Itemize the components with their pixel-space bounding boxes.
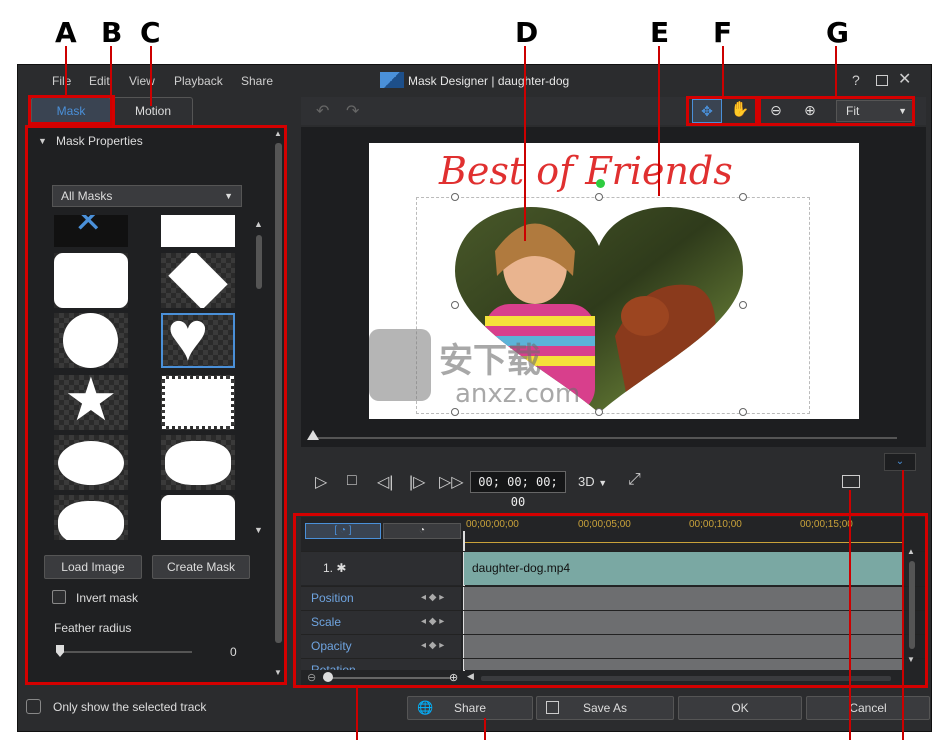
resize-handle-r[interactable] xyxy=(739,301,747,309)
only-selected-label: Only show the selected track xyxy=(53,700,207,714)
stop-icon[interactable]: □ xyxy=(347,472,357,490)
only-selected-checkbox[interactable] xyxy=(26,699,41,714)
watermark-logo xyxy=(369,329,431,401)
resize-handle-t[interactable] xyxy=(595,193,603,201)
title-text: Best of Friends xyxy=(439,149,733,193)
window-title: Mask Designer | daughter-dog xyxy=(408,74,570,88)
resize-handle-tl[interactable] xyxy=(451,193,459,201)
highlight-b xyxy=(25,125,287,685)
callout-a: A xyxy=(55,16,77,49)
expand-timeline-icon[interactable]: ⌄ xyxy=(884,453,916,471)
callout-f: F xyxy=(713,16,733,49)
leader-f xyxy=(722,46,724,96)
timecode-display[interactable]: 00; 00; 00; 00 xyxy=(470,471,566,509)
highlight-timeline xyxy=(293,513,928,688)
tab-motion[interactable]: Motion xyxy=(113,97,193,125)
leader-j xyxy=(849,490,851,740)
resize-handle-bl[interactable] xyxy=(451,408,459,416)
leader-k xyxy=(902,470,904,740)
close-icon[interactable]: ✕ xyxy=(898,69,911,89)
scrub-bar[interactable] xyxy=(311,437,897,439)
resize-handle-b[interactable] xyxy=(595,408,603,416)
3d-mode-label: 3D xyxy=(578,474,595,489)
share-label: Share xyxy=(453,701,487,715)
app-logo-icon xyxy=(380,72,404,88)
rotate-handle[interactable] xyxy=(596,179,605,188)
callout-d: D xyxy=(515,16,539,49)
prev-frame-icon[interactable]: ◁| xyxy=(377,472,393,492)
leader-i xyxy=(484,718,486,740)
callout-b: B xyxy=(101,16,123,49)
3d-mode-dropdown[interactable]: 3D ▼ xyxy=(578,474,607,489)
redo-icon[interactable]: ↷ xyxy=(346,101,359,121)
preview-canvas: Best of Friends 安下载 anxz.com xyxy=(369,143,859,419)
leader-a xyxy=(65,46,67,96)
ok-button[interactable]: OK xyxy=(678,696,802,720)
preview-area: Best of Friends 安下载 anxz.com xyxy=(301,127,926,447)
scrub-handle[interactable] xyxy=(307,430,319,440)
callout-c: C xyxy=(140,16,161,49)
maximize-icon[interactable] xyxy=(876,75,888,86)
undo-icon[interactable]: ↶ xyxy=(316,101,329,121)
highlight-a xyxy=(28,95,115,125)
menu-file[interactable]: File xyxy=(52,74,71,88)
fullscreen-icon[interactable]: ⤢ xyxy=(628,471,641,489)
fast-forward-icon[interactable]: ▷▷ xyxy=(439,472,464,492)
callout-g: G xyxy=(826,16,849,49)
watermark-cn: 安下载 xyxy=(439,341,541,381)
share-globe-icon: 🌐 xyxy=(417,700,434,715)
menu-share[interactable]: Share xyxy=(241,74,273,88)
highlight-f xyxy=(686,96,758,126)
leader-g xyxy=(835,46,837,96)
leader-b xyxy=(110,46,112,126)
save-as-button[interactable]: Save As xyxy=(536,696,674,720)
highlight-g xyxy=(758,96,915,126)
safe-zone-icon[interactable] xyxy=(842,475,860,488)
menu-edit[interactable]: Edit xyxy=(89,74,110,88)
leader-d xyxy=(524,46,526,241)
watermark-text: anxz.com xyxy=(455,379,581,409)
save-as-label: Save As xyxy=(582,701,628,715)
resize-handle-br[interactable] xyxy=(739,408,747,416)
save-disk-icon xyxy=(546,701,559,714)
leader-c xyxy=(150,46,152,106)
help-icon[interactable]: ? xyxy=(852,72,860,88)
leader-e xyxy=(658,46,660,196)
next-frame-icon[interactable]: |▷ xyxy=(409,472,425,492)
menu-playback[interactable]: Playback xyxy=(174,74,223,88)
leader-h xyxy=(356,686,358,740)
share-button[interactable]: 🌐 Share xyxy=(407,696,533,720)
resize-handle-tr[interactable] xyxy=(739,193,747,201)
callout-e: E xyxy=(650,16,670,49)
cancel-button[interactable]: Cancel xyxy=(806,696,930,720)
resize-handle-l[interactable] xyxy=(451,301,459,309)
play-icon[interactable]: ▷ xyxy=(315,472,327,492)
